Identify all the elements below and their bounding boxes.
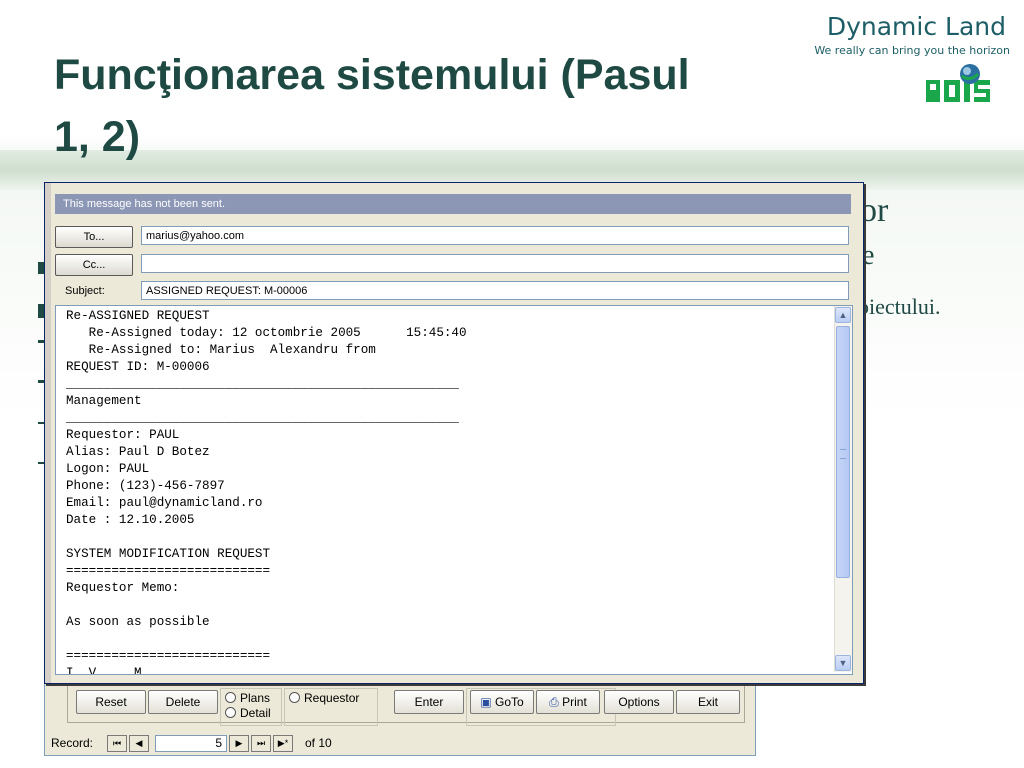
- record-count: of 10: [305, 736, 332, 750]
- message-body-line: Management: [66, 394, 142, 408]
- record-label: Record:: [51, 736, 94, 750]
- record-of-label: of: [305, 736, 316, 750]
- message-body-line: Alias: Paul D Botez: [66, 445, 210, 459]
- view-option-group: Plans Detail: [220, 688, 282, 726]
- first-record-icon[interactable]: ⏮: [107, 735, 127, 752]
- bullet-fragment-1: or: [860, 192, 889, 229]
- message-scrollbar[interactable]: ▲ ▼: [834, 306, 852, 672]
- radio-detail-label: Detail: [240, 706, 271, 720]
- message-body-line: Email: paul@dynamicland.ro: [66, 496, 263, 510]
- goto-icon: ▣: [480, 695, 492, 709]
- slide-title: Funcţionarea sistemului (Pasul 1, 2): [54, 44, 814, 168]
- message-body-line: ===========================: [66, 649, 271, 663]
- message-body-line: Date : 12.10.2005: [66, 513, 195, 527]
- radio-requestor[interactable]: Requestor: [289, 691, 359, 705]
- message-body-line: Logon: PAUL: [66, 462, 150, 476]
- message-body-line: As soon as possible: [66, 615, 210, 629]
- to-field[interactable]: marius@yahoo.com: [141, 226, 849, 245]
- bullet-fragment-3: oiectului.: [858, 294, 941, 319]
- cc-field[interactable]: [141, 254, 849, 273]
- brand-tagline: We really can bring you the horizon: [814, 44, 1010, 57]
- radio-circle-icon: [225, 692, 236, 703]
- goto-label: GoTo: [495, 695, 524, 709]
- record-total: 10: [318, 736, 332, 750]
- message-body[interactable]: Re-ASSIGNED REQUEST Re-Assigned today: 1…: [55, 305, 853, 675]
- message-body-line: REQUEST ID: M-00006: [66, 360, 210, 374]
- to-button[interactable]: To...: [55, 226, 133, 248]
- message-body-line: [66, 631, 826, 648]
- slide-title-line-2: 1, 2): [54, 113, 141, 161]
- window-border: [45, 183, 51, 683]
- email-message-window: This message has not been sent. To... ma…: [44, 182, 864, 684]
- record-navigation-bar: Record: ⏮ ◀ 5 ▶ ⏭ ▶* of 10: [45, 733, 755, 753]
- print-label: Print: [562, 695, 587, 709]
- radio-detail[interactable]: Detail: [225, 706, 271, 720]
- message-body-line: SYSTEM MODIFICATION REQUEST: [66, 547, 271, 561]
- radio-plans-label: Plans: [240, 691, 271, 705]
- subject-label: Subject:: [65, 285, 105, 297]
- exit-button[interactable]: Exit: [676, 690, 740, 714]
- message-body-line: Requestor Memo:: [66, 581, 180, 595]
- scroll-thumb[interactable]: [836, 326, 850, 578]
- cc-button[interactable]: Cc...: [55, 254, 133, 276]
- slide-title-line-1: Funcţionarea sistemului (Pasul: [54, 51, 690, 99]
- last-record-icon[interactable]: ⏭: [251, 735, 271, 752]
- message-body-line: Re-Assigned today: 12 octombrie 2005 15:…: [66, 326, 467, 340]
- message-body-line: ________________________________________…: [66, 411, 459, 425]
- message-body-line: ===========================: [66, 564, 271, 578]
- message-body-line: I V M: [66, 666, 142, 675]
- new-record-icon[interactable]: ▶*: [273, 735, 293, 752]
- scroll-up-icon[interactable]: ▲: [835, 307, 851, 323]
- message-body-line: ________________________________________…: [66, 377, 459, 391]
- next-record-icon[interactable]: ▶: [229, 735, 249, 752]
- adis-logo-icon: [924, 64, 1006, 104]
- message-body-line: [66, 529, 826, 546]
- message-body-line: [66, 597, 826, 614]
- brand-name: Dynamic Land: [826, 12, 1006, 41]
- message-info-bar: This message has not been sent.: [55, 194, 851, 214]
- options-button[interactable]: Options: [604, 690, 674, 714]
- previous-record-icon[interactable]: ◀: [129, 735, 149, 752]
- print-icon: ⎙: [549, 695, 559, 709]
- record-number-input[interactable]: 5: [155, 735, 227, 752]
- message-body-line: Requestor: PAUL: [66, 428, 180, 442]
- enter-button[interactable]: Enter: [394, 690, 464, 714]
- delete-button[interactable]: Delete: [148, 690, 218, 714]
- message-body-line: Re-Assigned to: Marius Alexandru from: [66, 343, 376, 357]
- print-button[interactable]: ⎙ Print: [536, 690, 600, 714]
- scroll-down-icon[interactable]: ▼: [835, 655, 851, 671]
- message-body-line: Phone: (123)-456-7897: [66, 479, 225, 493]
- message-body-line: Re-ASSIGNED REQUEST: [66, 309, 210, 323]
- message-body-text: Re-ASSIGNED REQUEST Re-Assigned today: 1…: [66, 308, 826, 675]
- radio-plans[interactable]: Plans: [225, 691, 270, 705]
- scroll-grip-icon: [840, 449, 846, 459]
- radio-circle-icon: [289, 692, 300, 703]
- requestor-option-group: Requestor: [284, 688, 378, 726]
- reset-button[interactable]: Reset: [76, 690, 146, 714]
- radio-requestor-label: Requestor: [304, 691, 360, 705]
- radio-circle-icon: [225, 707, 236, 718]
- goto-button[interactable]: ▣ GoTo: [470, 690, 534, 714]
- subject-field[interactable]: ASSIGNED REQUEST: M-00006: [141, 281, 849, 300]
